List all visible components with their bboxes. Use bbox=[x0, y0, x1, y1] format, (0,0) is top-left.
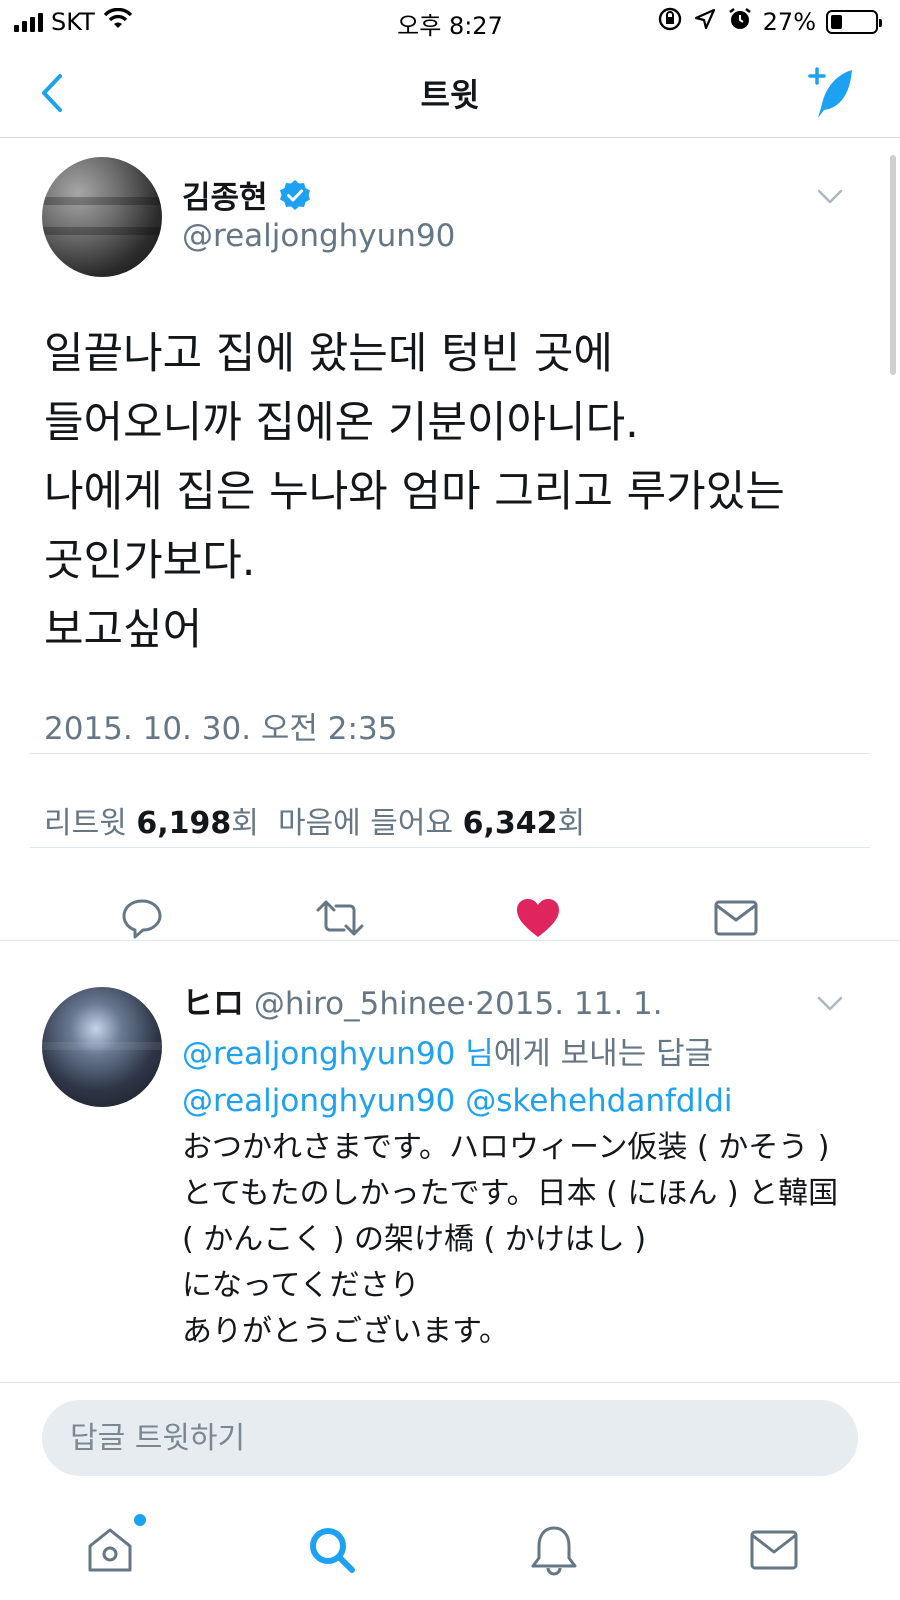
heart-icon bbox=[517, 899, 559, 937]
reply-date: 2015. 11. 1. bbox=[475, 986, 663, 1022]
reply-composer-input[interactable] bbox=[42, 1400, 858, 1476]
tweet-stats: 리트윗 6,198회 마음에 들어요 6,342회 bbox=[44, 798, 585, 842]
count-suffix: 회 bbox=[557, 806, 586, 841]
compose-feather-icon bbox=[808, 67, 852, 118]
divider bbox=[30, 847, 870, 848]
reply-text-line: ありがとうございます。 bbox=[182, 1314, 509, 1349]
replying-to: @realjonghyun90 님에게 보내는 답글 bbox=[182, 1028, 713, 1073]
nav-bar: 트윗 bbox=[0, 50, 900, 138]
retweet-count: 6,198 bbox=[136, 806, 232, 841]
notification-dot bbox=[134, 1514, 146, 1526]
tab-notifications[interactable] bbox=[522, 1518, 586, 1582]
count-suffix: 회 bbox=[231, 806, 259, 841]
battery-percent: 27% bbox=[762, 8, 816, 36]
author-avatar[interactable] bbox=[42, 157, 162, 277]
retweet-stats[interactable]: 리트윗 6,198회 bbox=[44, 806, 259, 841]
chevron-down-icon[interactable] bbox=[816, 995, 844, 1013]
like-label: 마음에 들어요 bbox=[277, 806, 454, 841]
like-button[interactable] bbox=[508, 888, 568, 948]
status-right: 27% bbox=[657, 6, 882, 38]
reply-text-line: とてもたのしかったです。日本 ( にほん ) と韓国 bbox=[182, 1176, 839, 1211]
tweet-text-line: 곳인가보다. bbox=[44, 536, 256, 586]
divider bbox=[30, 753, 870, 754]
like-stats[interactable]: 마음에 들어요 6,342회 bbox=[278, 806, 585, 841]
tab-messages[interactable] bbox=[742, 1518, 806, 1582]
verified-badge-icon bbox=[279, 179, 310, 210]
compose-tweet-button[interactable] bbox=[800, 64, 860, 124]
location-icon bbox=[693, 7, 717, 37]
reply-separator: · bbox=[465, 986, 476, 1022]
reply-author-name: ヒロ bbox=[182, 986, 244, 1022]
alarm-icon bbox=[727, 6, 753, 38]
replying-to-link[interactable]: @realjonghyun90 님 bbox=[182, 1036, 494, 1072]
reply-text-line: おつかれさまです。ハロウィーン仮装 ( かそう ) bbox=[182, 1130, 830, 1165]
page-title: 트윗 bbox=[420, 76, 480, 114]
tab-search[interactable] bbox=[300, 1518, 364, 1582]
retweet-icon bbox=[316, 900, 364, 936]
home-icon bbox=[88, 1528, 132, 1572]
tweet-text: 일끝나고 집에 왔는데 텅빈 곳에 들어오니까 집에온 기분이아니다. 나에게 … bbox=[44, 320, 864, 665]
tweet-timestamp: 2015. 10. 30. 오전 2:35 bbox=[44, 711, 398, 747]
direct-message-button[interactable] bbox=[706, 888, 766, 948]
search-icon bbox=[310, 1528, 355, 1573]
mail-icon bbox=[750, 1530, 798, 1570]
tweet-text-line: 일끝나고 집에 왔는데 텅빈 곳에 bbox=[44, 329, 613, 379]
chevron-down-icon[interactable] bbox=[816, 188, 844, 206]
reply-text: おつかれさまです。ハロウィーン仮装 ( かそう ) とてもたのしかったです。日本… bbox=[182, 1125, 872, 1355]
author-handle[interactable]: @realjonghyun90 bbox=[182, 218, 455, 254]
battery-icon bbox=[826, 10, 882, 34]
tab-home[interactable] bbox=[78, 1514, 146, 1582]
scrollbar[interactable] bbox=[890, 155, 896, 375]
tweet-text-line: 나에게 집은 누나와 엄마 그리고 루가있는 bbox=[44, 467, 785, 517]
reply-text-line: ( かんこく ) の架け橋 ( かけはし ) bbox=[182, 1222, 647, 1257]
reply-header[interactable]: ヒロ @hiro_5hinee·2015. 11. 1. bbox=[182, 978, 663, 1023]
tweet-text-line: 보고싶어 bbox=[44, 605, 203, 655]
divider bbox=[0, 940, 900, 941]
retweet-label: 리트윗 bbox=[44, 806, 127, 841]
author-name: 김종현 bbox=[182, 180, 268, 216]
tweet-text-line: 들어오니까 집에온 기분이아니다. bbox=[44, 398, 639, 448]
tab-bar bbox=[0, 1500, 900, 1600]
bell-icon bbox=[531, 1526, 577, 1576]
reply-button[interactable] bbox=[112, 888, 172, 948]
reply-text-line: になってくださり bbox=[182, 1268, 420, 1303]
status-bar: SKT 오후 8:27 27% bbox=[0, 0, 900, 44]
reply-author-avatar[interactable] bbox=[42, 987, 162, 1107]
reply-author-handle: @hiro_5hinee bbox=[253, 986, 466, 1022]
rotation-lock-icon bbox=[657, 6, 683, 38]
author-name-row[interactable]: 김종현 bbox=[182, 172, 312, 217]
reply-mentions[interactable]: @realjonghyun90 @skehehdanfdldi bbox=[182, 1083, 733, 1119]
replying-to-suffix: 에게 보내는 답글 bbox=[493, 1036, 714, 1072]
retweet-button[interactable] bbox=[310, 888, 370, 948]
divider bbox=[0, 1382, 900, 1383]
reply-icon bbox=[122, 899, 162, 939]
like-count: 6,342 bbox=[462, 806, 558, 841]
mail-icon bbox=[714, 900, 758, 936]
tweet-actions bbox=[0, 868, 900, 968]
